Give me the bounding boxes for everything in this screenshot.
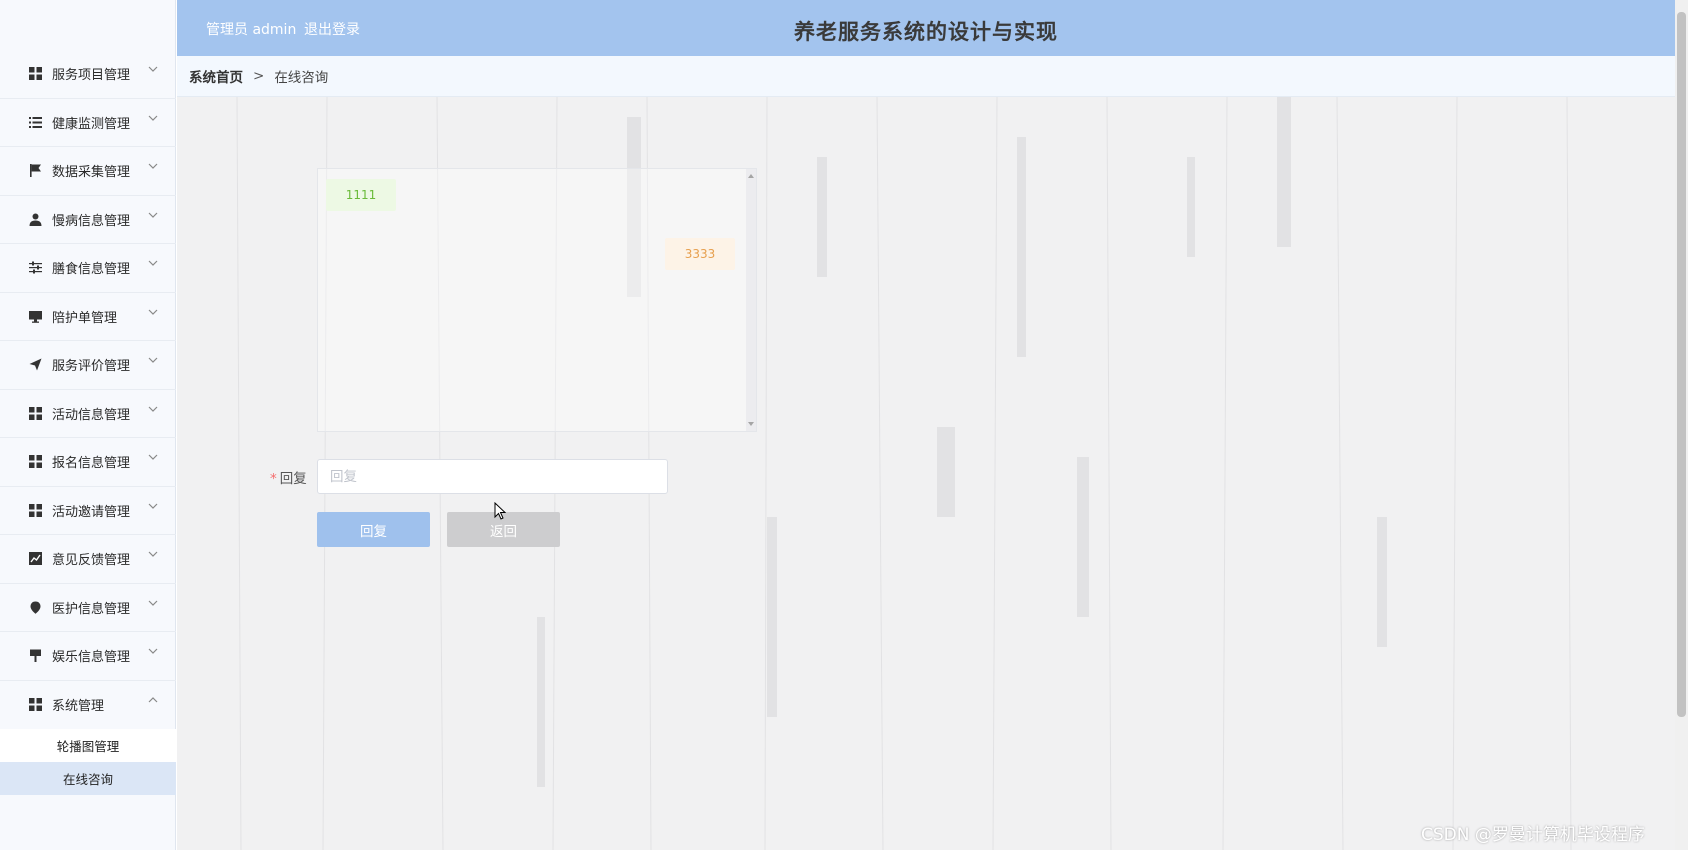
top-header: 管理员 admin 退出登录 养老服务系统的设计与实现 [177, 0, 1675, 56]
sidebar-item-data-collection[interactable]: 数据采集管理 [0, 147, 176, 196]
sidebar-item-health-monitoring[interactable]: 健康监测管理 [0, 99, 176, 147]
sidebar-item-label: 慢病信息管理 [52, 213, 131, 229]
sidebar-item-label: 报名信息管理 [52, 456, 131, 472]
reply-field-label: * 回复 [270, 467, 307, 487]
sidebar-item-activity-info[interactable]: 活动信息管理 [0, 390, 176, 438]
sidebar-item-registration-info[interactable]: 报名信息管理 [0, 438, 176, 487]
send-icon [28, 358, 42, 372]
sidebar-item-system-management[interactable]: 系统管理 [0, 681, 176, 730]
sidebar: 服务项目管理 健康监测管理 数据采集管理 慢病信息管理 膳食信息管理 陪护单管理… [0, 0, 176, 850]
location-icon [28, 600, 42, 614]
breadcrumb-current: 在线咨询 [274, 70, 329, 86]
user-icon [28, 212, 42, 226]
breadcrumb: 系统首页 > 在线咨询 [177, 56, 1675, 97]
chevron-down-icon [148, 212, 158, 218]
sidebar-item-label: 陪护单管理 [52, 310, 118, 326]
sidebar-item-diet-info[interactable]: 膳食信息管理 [0, 244, 176, 293]
sidebar-item-label: 活动邀请管理 [52, 504, 131, 520]
chevron-down-icon [148, 648, 158, 654]
watermark: CSDN @罗曼计算机毕设程序 [1421, 825, 1645, 845]
grid-icon [28, 698, 42, 712]
reply-input[interactable] [317, 459, 668, 494]
sidebar-item-label: 娱乐信息管理 [52, 650, 131, 666]
system-title: 养老服务系统的设计与实现 [794, 20, 1058, 44]
scroll-up-arrow-icon[interactable] [748, 174, 754, 178]
sidebar-item-label: 服务评价管理 [52, 359, 131, 375]
sidebar-item-escort-orders[interactable]: 陪护单管理 [0, 293, 176, 341]
chevron-down-icon [148, 406, 158, 412]
chat-message-left: 1111 [326, 179, 396, 211]
page-scrollbar-thumb[interactable] [1677, 12, 1686, 717]
sidebar-item-feedback[interactable]: 意见反馈管理 [0, 535, 176, 584]
sidebar-item-service-evaluation[interactable]: 服务评价管理 [0, 341, 176, 390]
grid-icon [28, 455, 42, 469]
breadcrumb-separator: > [253, 68, 265, 84]
sidebar-item-entertainment-info[interactable]: 娱乐信息管理 [0, 632, 176, 681]
chevron-down-icon [148, 115, 158, 121]
chevron-down-icon [148, 309, 158, 315]
list-icon [28, 115, 42, 129]
chevron-down-icon [148, 503, 158, 509]
chevron-down-icon [148, 600, 158, 606]
breadcrumb-home[interactable]: 系统首页 [189, 66, 243, 86]
sidebar-item-medical-info[interactable]: 医护信息管理 [0, 584, 176, 632]
chevron-down-icon [148, 163, 158, 169]
mouse-cursor-icon [494, 502, 506, 520]
system-management-submenu: 轮播图管理 在线咨询 [0, 729, 176, 795]
page-scrollbar[interactable] [1675, 0, 1688, 850]
chat-scrollbar[interactable] [746, 169, 756, 431]
chevron-down-icon [148, 551, 158, 557]
sidebar-item-chronic-disease[interactable]: 慢病信息管理 [0, 196, 176, 244]
reply-label-text: 回复 [279, 471, 307, 487]
sidebar-item-service-projects[interactable]: 服务项目管理 [0, 50, 176, 99]
sidebar-item-activity-invitation[interactable]: 活动邀请管理 [0, 487, 176, 535]
chevron-down-icon [148, 357, 158, 363]
sidebar-item-label: 系统管理 [52, 699, 105, 715]
chat-message-right: 3333 [665, 238, 735, 270]
grid-icon [28, 67, 42, 81]
sidebar-subitem-carousel[interactable]: 轮播图管理 [0, 729, 176, 762]
chevron-down-icon [148, 454, 158, 460]
pin-icon [28, 649, 42, 663]
chevron-down-icon [148, 66, 158, 72]
required-mark: * [270, 471, 277, 487]
grid-icon [28, 406, 42, 420]
monitor-icon [28, 309, 42, 323]
sidebar-item-label: 健康监测管理 [52, 116, 131, 132]
chart-icon [28, 552, 42, 566]
scroll-down-arrow-icon[interactable] [748, 422, 754, 426]
sidebar-item-label: 数据采集管理 [52, 165, 131, 181]
sidebar-item-label: 服务项目管理 [52, 68, 131, 84]
chevron-down-icon [148, 260, 158, 266]
flag-icon [28, 164, 42, 178]
sidebar-item-label: 活动信息管理 [52, 407, 131, 423]
sidebar-item-label: 医护信息管理 [52, 601, 131, 617]
sidebar-subitem-online-consultation[interactable]: 在线咨询 [0, 762, 176, 795]
grid-icon [28, 503, 42, 517]
sidebar-item-label: 意见反馈管理 [52, 553, 131, 569]
chat-message-panel: 1111 3333 [317, 168, 757, 432]
sidebar-item-label: 膳食信息管理 [52, 262, 131, 278]
sidebar-menu: 服务项目管理 健康监测管理 数据采集管理 慢病信息管理 膳食信息管理 陪护单管理… [0, 50, 176, 795]
sliders-icon [28, 261, 42, 275]
reply-button[interactable]: 回复 [317, 512, 430, 547]
chevron-up-icon [148, 696, 158, 702]
